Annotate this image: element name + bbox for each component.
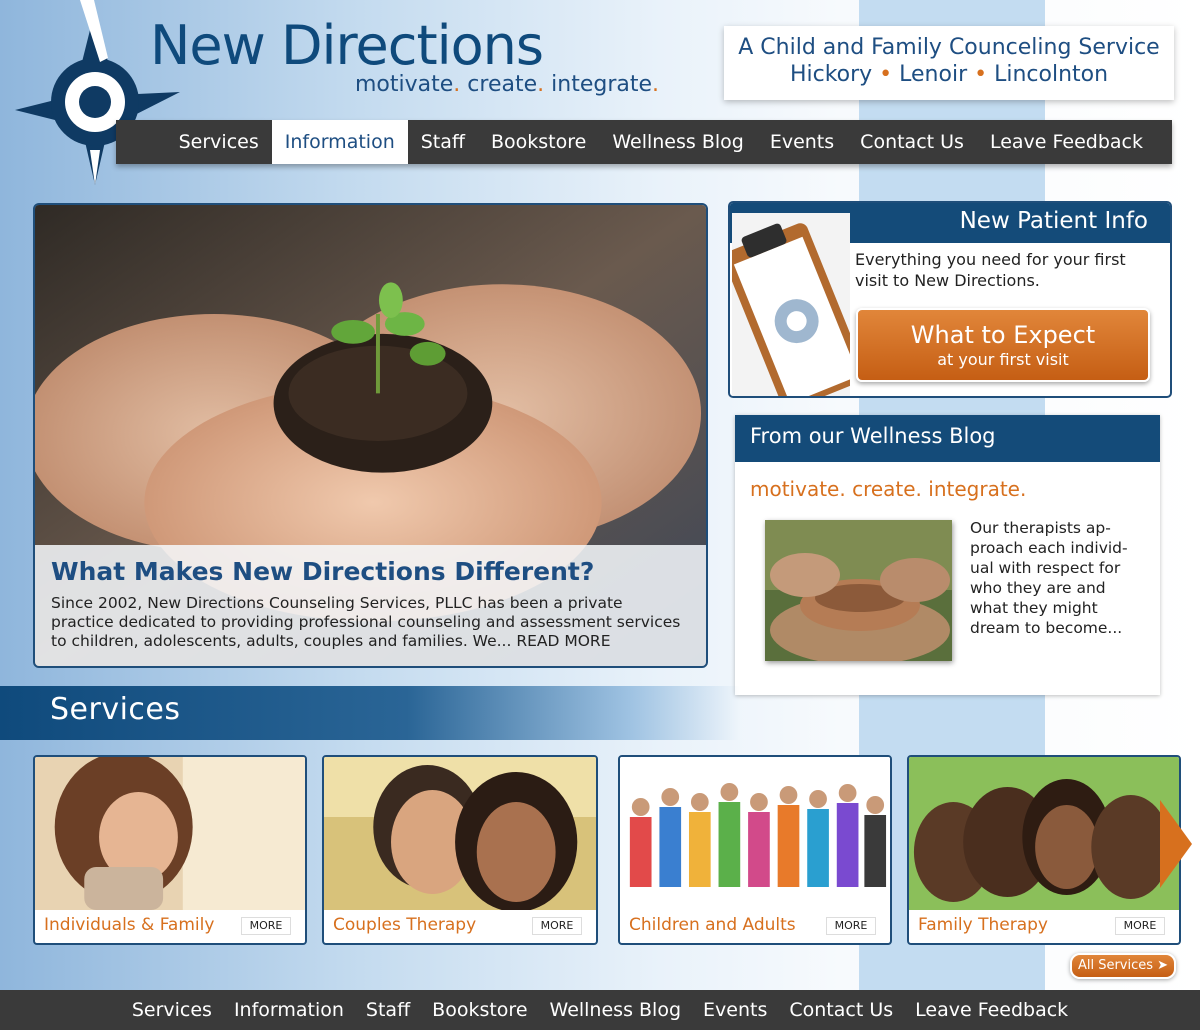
nav-leave-feedback[interactable]: Leave Feedback — [977, 120, 1156, 164]
card-image-couples — [324, 757, 596, 910]
service-card-individuals[interactable]: Individuals & Family MORE — [33, 755, 307, 945]
footer-nav-staff[interactable]: Staff — [355, 999, 421, 1021]
tagline-dot: . — [537, 72, 545, 97]
what-to-expect-button[interactable]: What to Expect at your first visit — [856, 308, 1150, 382]
service-card-couples[interactable]: Couples Therapy MORE — [322, 755, 598, 945]
top-nav: Services Information Staff Bookstore Wel… — [116, 120, 1172, 164]
blog-tagline: motivate. create. integrate. — [750, 477, 1027, 501]
bottom-nav: Services Information Staff Bookstore Wel… — [0, 990, 1200, 1030]
service-info-box: A Child and Family Counceling Service Hi… — [724, 26, 1174, 100]
nav-contact-us[interactable]: Contact Us — [847, 120, 977, 164]
footer-nav-wellness-blog[interactable]: Wellness Blog — [539, 999, 693, 1021]
hero-feature[interactable]: What Makes New Directions Different? Sin… — [33, 203, 708, 668]
nav-services[interactable]: Services — [166, 120, 272, 164]
card-image-individuals — [35, 757, 305, 910]
tagline-word-motivate: motivate — [355, 72, 454, 97]
card-label: Family Therapy — [918, 915, 1048, 935]
more-button[interactable]: MORE — [241, 917, 291, 935]
new-patient-blurb: Everything you need for your first visit… — [855, 250, 1126, 290]
card-label: Children and Adults — [629, 915, 796, 935]
wellness-blog-panel: From our Wellness Blog motivate. create.… — [735, 415, 1160, 695]
more-button[interactable]: MORE — [1115, 917, 1165, 935]
hero-title[interactable]: What Makes New Directions Different? — [51, 557, 690, 586]
blog-excerpt: Our therapists ap-proach each individ-ua… — [970, 519, 1128, 637]
nav-wellness-blog[interactable]: Wellness Blog — [599, 120, 757, 164]
footer-nav-bookstore[interactable]: Bookstore — [421, 999, 538, 1021]
what-to-expect-sublabel: at your first visit — [937, 350, 1069, 369]
more-button[interactable]: MORE — [826, 917, 876, 935]
tagline-dot: . — [652, 72, 660, 97]
what-to-expect-label: What to Expect — [910, 321, 1096, 349]
footer-nav-contact-us[interactable]: Contact Us — [778, 999, 904, 1021]
clipboard-icon — [732, 213, 850, 396]
tagline-word-create: create — [467, 72, 538, 97]
nav-bookstore[interactable]: Bookstore — [478, 120, 599, 164]
location-lincolnton: Lincolnton — [994, 62, 1109, 87]
nav-staff[interactable]: Staff — [408, 120, 478, 164]
card-image-family — [909, 757, 1179, 910]
hero-text: Since 2002, New Directions Counseling Se… — [51, 594, 681, 650]
card-label: Individuals & Family — [44, 915, 215, 935]
nav-information[interactable]: Information — [271, 120, 408, 164]
card-label: Couples Therapy — [333, 915, 477, 935]
blog-heading: From our Wellness Blog — [735, 415, 1160, 462]
services-title: Services — [50, 692, 181, 727]
service-card-family[interactable]: Family Therapy MORE — [907, 755, 1181, 945]
footer-nav-services[interactable]: Services — [121, 999, 223, 1021]
blog-image-pottery[interactable] — [765, 520, 952, 661]
brand-title: New Directions — [150, 14, 544, 77]
tagline-word-integrate: integrate — [551, 72, 653, 97]
service-locations: Hickory • Lenoir • Lincolnton — [724, 62, 1174, 87]
footer-nav-leave-feedback[interactable]: Leave Feedback — [904, 999, 1079, 1021]
card-image-children — [620, 757, 890, 910]
new-patient-panel: New Patient Info Everything you need for… — [728, 201, 1172, 398]
service-description: A Child and Family Counceling Service — [738, 35, 1160, 60]
location-bullet: • — [974, 62, 988, 87]
carousel-next-arrow-icon[interactable] — [1158, 800, 1192, 888]
location-hickory: Hickory — [789, 62, 873, 87]
hero-caption: What Makes New Directions Different? Sin… — [35, 545, 706, 666]
service-card-children[interactable]: Children and Adults MORE — [618, 755, 892, 945]
location-bullet: • — [879, 62, 893, 87]
nav-events[interactable]: Events — [757, 120, 847, 164]
tagline-dot: . — [453, 72, 461, 97]
all-services-button[interactable]: All Services ➤ — [1070, 953, 1176, 979]
location-lenoir: Lenoir — [899, 62, 968, 87]
footer-nav-information[interactable]: Information — [223, 999, 355, 1021]
more-button[interactable]: MORE — [532, 917, 582, 935]
footer-nav-events[interactable]: Events — [692, 999, 778, 1021]
brand-tagline: motivate. create. integrate. — [355, 72, 659, 97]
